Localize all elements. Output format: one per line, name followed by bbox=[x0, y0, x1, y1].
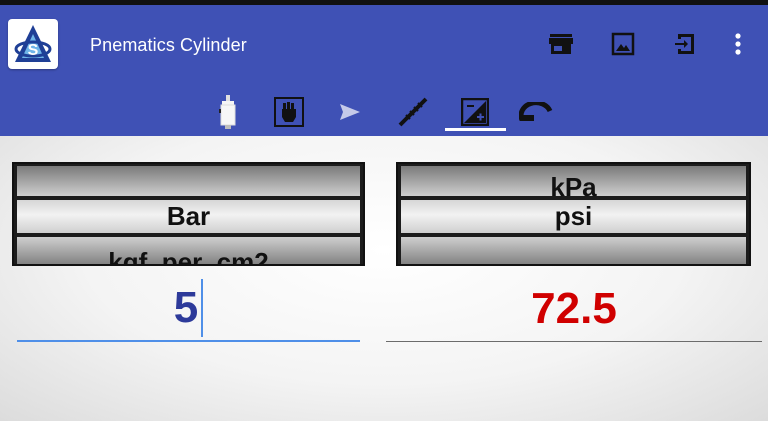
to-picker-selected-label: psi bbox=[554, 201, 593, 231]
to-unit-picker[interactable]: kPa psi bbox=[396, 162, 751, 266]
tab-spring-icon[interactable] bbox=[383, 87, 443, 136]
as-logo-icon[interactable]: S bbox=[8, 19, 58, 69]
store-icon[interactable] bbox=[544, 27, 578, 61]
more-vert-icon[interactable] bbox=[721, 27, 755, 61]
app-bar: S Pnematics Cylinder bbox=[0, 5, 768, 136]
svg-text:S: S bbox=[28, 42, 39, 59]
app-title: Pnematics Cylinder bbox=[90, 35, 247, 55]
from-picker-selected[interactable]: Bar bbox=[17, 200, 360, 233]
converter-panel: Bar kgf_per_cm2 kPa psi 5 72.5 bbox=[0, 136, 768, 421]
output-value-text: 72.5 bbox=[531, 283, 617, 333]
from-picker-above[interactable] bbox=[17, 166, 360, 196]
input-value-field[interactable]: 5 bbox=[17, 276, 360, 342]
from-picker-below[interactable]: kgf_per_cm2 bbox=[17, 237, 360, 266]
exit-icon[interactable] bbox=[668, 27, 702, 61]
tab-fist-icon[interactable] bbox=[259, 87, 319, 136]
to-picker-above-label: kPa bbox=[550, 171, 597, 202]
from-picker-below-label: kgf_per_cm2 bbox=[108, 246, 269, 266]
image-icon[interactable] bbox=[606, 27, 640, 61]
to-picker-selected[interactable]: psi bbox=[401, 200, 746, 233]
tab-bar bbox=[0, 87, 768, 136]
text-cursor bbox=[201, 279, 204, 337]
tab-cylinder-icon[interactable] bbox=[198, 87, 258, 136]
from-picker-selected-label: Bar bbox=[166, 201, 211, 231]
to-picker-above[interactable]: kPa bbox=[401, 166, 746, 202]
to-picker-below[interactable] bbox=[401, 237, 746, 264]
output-value-field: 72.5 bbox=[386, 276, 762, 342]
input-value-text: 5 bbox=[173, 283, 199, 332]
from-unit-picker[interactable]: Bar kgf_per_cm2 bbox=[12, 162, 365, 266]
selected-tab-indicator bbox=[445, 128, 506, 131]
tab-clamp-icon[interactable] bbox=[506, 87, 566, 136]
tab-send-icon[interactable] bbox=[320, 87, 380, 136]
